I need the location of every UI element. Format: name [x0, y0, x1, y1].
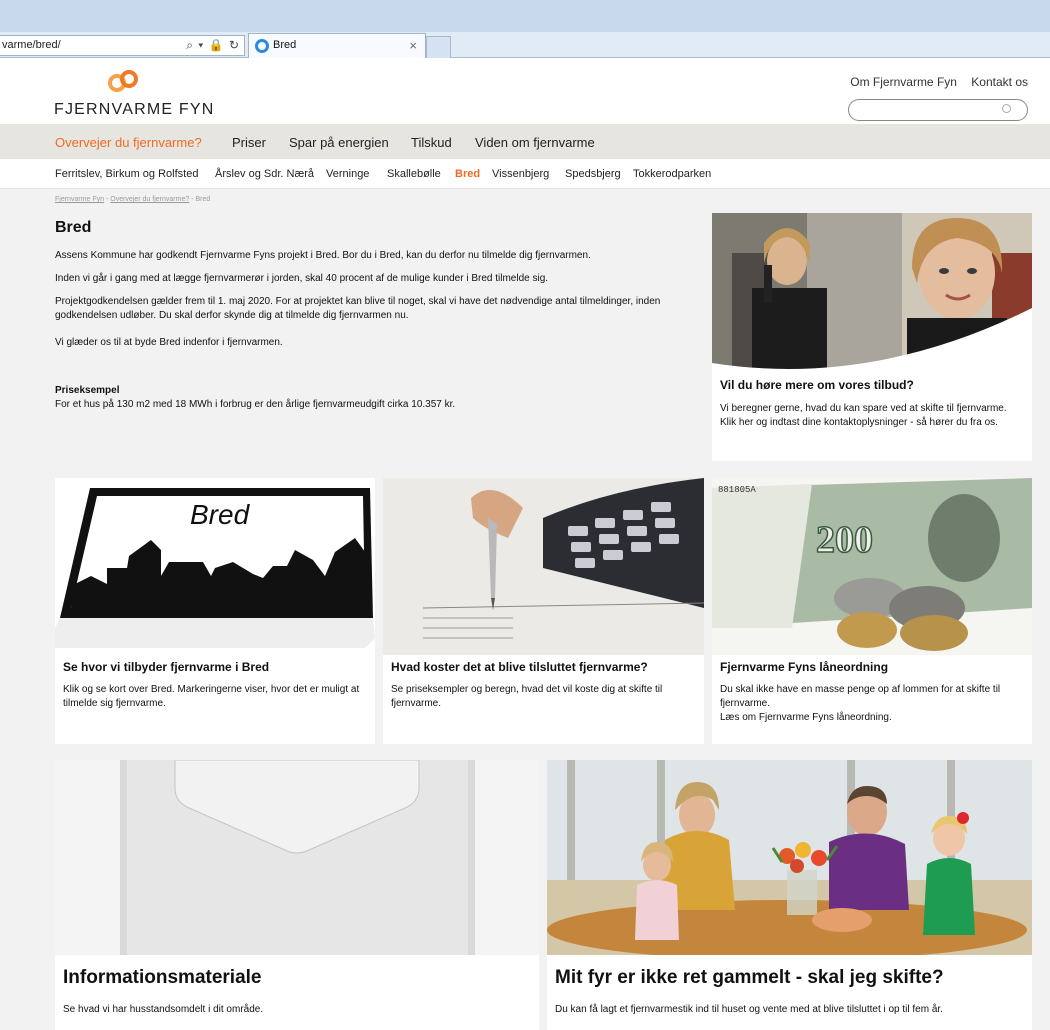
- search-icon[interactable]: [1002, 104, 1011, 113]
- offer-text: Vi beregner gerne, hvad du kan spare ved…: [720, 403, 1007, 428]
- address-text: varme/bred/: [2, 39, 61, 51]
- article-paragraph: Projektgodkendelsen gælder frem til 1. m…: [55, 296, 661, 321]
- browser-tab[interactable]: Bred ×: [248, 33, 426, 58]
- loan-card[interactable]: 881805A 200 Fjernvarme Fyns låneordning …: [712, 478, 1032, 744]
- old-boiler-text: Du kan få lagt et fjernvarmestik ind til…: [555, 1004, 943, 1015]
- article-paragraph: Inden vi går i gang med at lægge fjernva…: [55, 273, 549, 284]
- price-card-text: Se priseksempler og beregn, hvad det vil…: [391, 684, 663, 709]
- close-tab-icon[interactable]: ×: [409, 34, 417, 57]
- banknote-image: 881805A 200: [712, 478, 1032, 655]
- banknote-value-text: 200: [816, 519, 873, 561]
- subnav-item[interactable]: Vissenbjerg: [492, 168, 549, 180]
- main-nav: Overvejer du fjernvarme? Priser Spar på …: [0, 124, 1050, 159]
- nav-item-overvejer[interactable]: Overvejer du fjernvarme?: [55, 135, 202, 150]
- nav-item-priser[interactable]: Priser: [232, 135, 266, 150]
- price-card-title[interactable]: Hvad koster det at blive tilsluttet fjer…: [391, 660, 648, 674]
- breadcrumb-link[interactable]: Fjernvarme Fyn: [55, 196, 104, 203]
- address-bar[interactable]: varme/bred/ ⌕ ▾ 🔒 ↻: [0, 35, 245, 56]
- new-tab-button[interactable]: [426, 36, 451, 58]
- top-link-contact[interactable]: Kontakt os: [971, 75, 1028, 89]
- loan-card-text: Du skal ikke have en masse penge op af l…: [720, 684, 1001, 723]
- subnav-item[interactable]: Tokkerodparken: [633, 168, 711, 180]
- envelope-image: [55, 760, 539, 955]
- article-paragraph: Vi glæder os til at byde Bred indenfor i…: [55, 337, 283, 348]
- offer-photo: [712, 213, 1032, 373]
- search-input[interactable]: [848, 99, 1028, 121]
- old-boiler-card[interactable]: Mit fyr er ikke ret gammelt - skal jeg s…: [547, 760, 1032, 1030]
- calculator-image: [383, 478, 704, 655]
- map-card-title[interactable]: Se hvor vi tilbyder fjernvarme i Bred: [63, 660, 269, 674]
- price-example-text: For et hus på 130 m2 med 18 MWh i forbru…: [55, 399, 456, 410]
- banknote-serial-text: 881805A: [718, 485, 756, 495]
- breadcrumb-current: Bred: [195, 196, 211, 203]
- offer-title[interactable]: Vil du høre mere om vores tilbud?: [720, 378, 914, 392]
- sub-nav: Ferritslev, Birkum og Rolfsted Årslev og…: [0, 159, 1050, 189]
- browser-toolbar: varme/bred/ ⌕ ▾ 🔒 ↻ Bred ×: [0, 32, 1050, 58]
- site-header: FJERNVARME FYN Om Fjernvarme Fyn Kontakt…: [0, 58, 1050, 124]
- ie-favicon-icon: [255, 39, 269, 53]
- family-photo: [547, 760, 1032, 955]
- breadcrumb-link[interactable]: Overvejer du fjernvarme?: [110, 196, 189, 203]
- map-card[interactable]: Bred Se hvor vi tilbyder fjernvarme i Br…: [55, 478, 375, 744]
- subnav-item[interactable]: Spedsbjerg: [565, 168, 621, 180]
- price-card[interactable]: Hvad koster det at blive tilsluttet fjer…: [383, 478, 704, 744]
- info-material-text: Se hvad vi har husstandsomdelt i dit omr…: [63, 1004, 264, 1015]
- top-link-about[interactable]: Om Fjernvarme Fyn: [850, 75, 957, 89]
- subnav-item[interactable]: Årslev og Sdr. Nærå: [215, 168, 314, 180]
- subnav-item-active[interactable]: Bred: [455, 168, 480, 180]
- logo-rings-icon[interactable]: [108, 70, 144, 92]
- page-title: Bred: [55, 219, 92, 236]
- breadcrumb: Fjernvarme Fyn - Overvejer du fjernvarme…: [55, 196, 211, 203]
- price-example-title: Priseksempel: [55, 385, 120, 396]
- article-paragraph: Assens Kommune har godkendt Fjernvarme F…: [55, 250, 591, 261]
- subnav-item[interactable]: Ferritslev, Birkum og Rolfsted: [55, 168, 198, 180]
- offer-card[interactable]: Vil du høre mere om vores tilbud? Vi ber…: [712, 213, 1032, 461]
- town-sign-text: Bred: [190, 499, 251, 530]
- browser-titlebar: [0, 0, 1050, 32]
- map-card-text: Klik og se kort over Bred. Markeringerne…: [63, 684, 360, 709]
- nav-item-spar[interactable]: Spar på energien: [289, 135, 389, 150]
- old-boiler-title[interactable]: Mit fyr er ikke ret gammelt - skal jeg s…: [555, 967, 944, 989]
- nav-item-viden[interactable]: Viden om fjernvarme: [475, 135, 595, 150]
- subnav-item[interactable]: Verninge: [326, 168, 369, 180]
- subnav-item[interactable]: Skallebølle: [387, 168, 441, 180]
- logo-text[interactable]: FJERNVARME FYN: [54, 101, 215, 119]
- nav-item-tilskud[interactable]: Tilskud: [411, 135, 452, 150]
- info-material-card[interactable]: Informationsmateriale Se hvad vi har hus…: [55, 760, 539, 1030]
- town-sign-image: Bred: [55, 478, 375, 648]
- address-tools-icons[interactable]: ⌕ ▾ 🔒 ↻: [186, 36, 240, 55]
- top-links: Om Fjernvarme Fyn Kontakt os: [839, 75, 1028, 89]
- info-material-title[interactable]: Informationsmateriale: [63, 967, 262, 989]
- tab-title: Bred: [273, 39, 297, 51]
- loan-card-title[interactable]: Fjernvarme Fyns låneordning: [720, 660, 888, 674]
